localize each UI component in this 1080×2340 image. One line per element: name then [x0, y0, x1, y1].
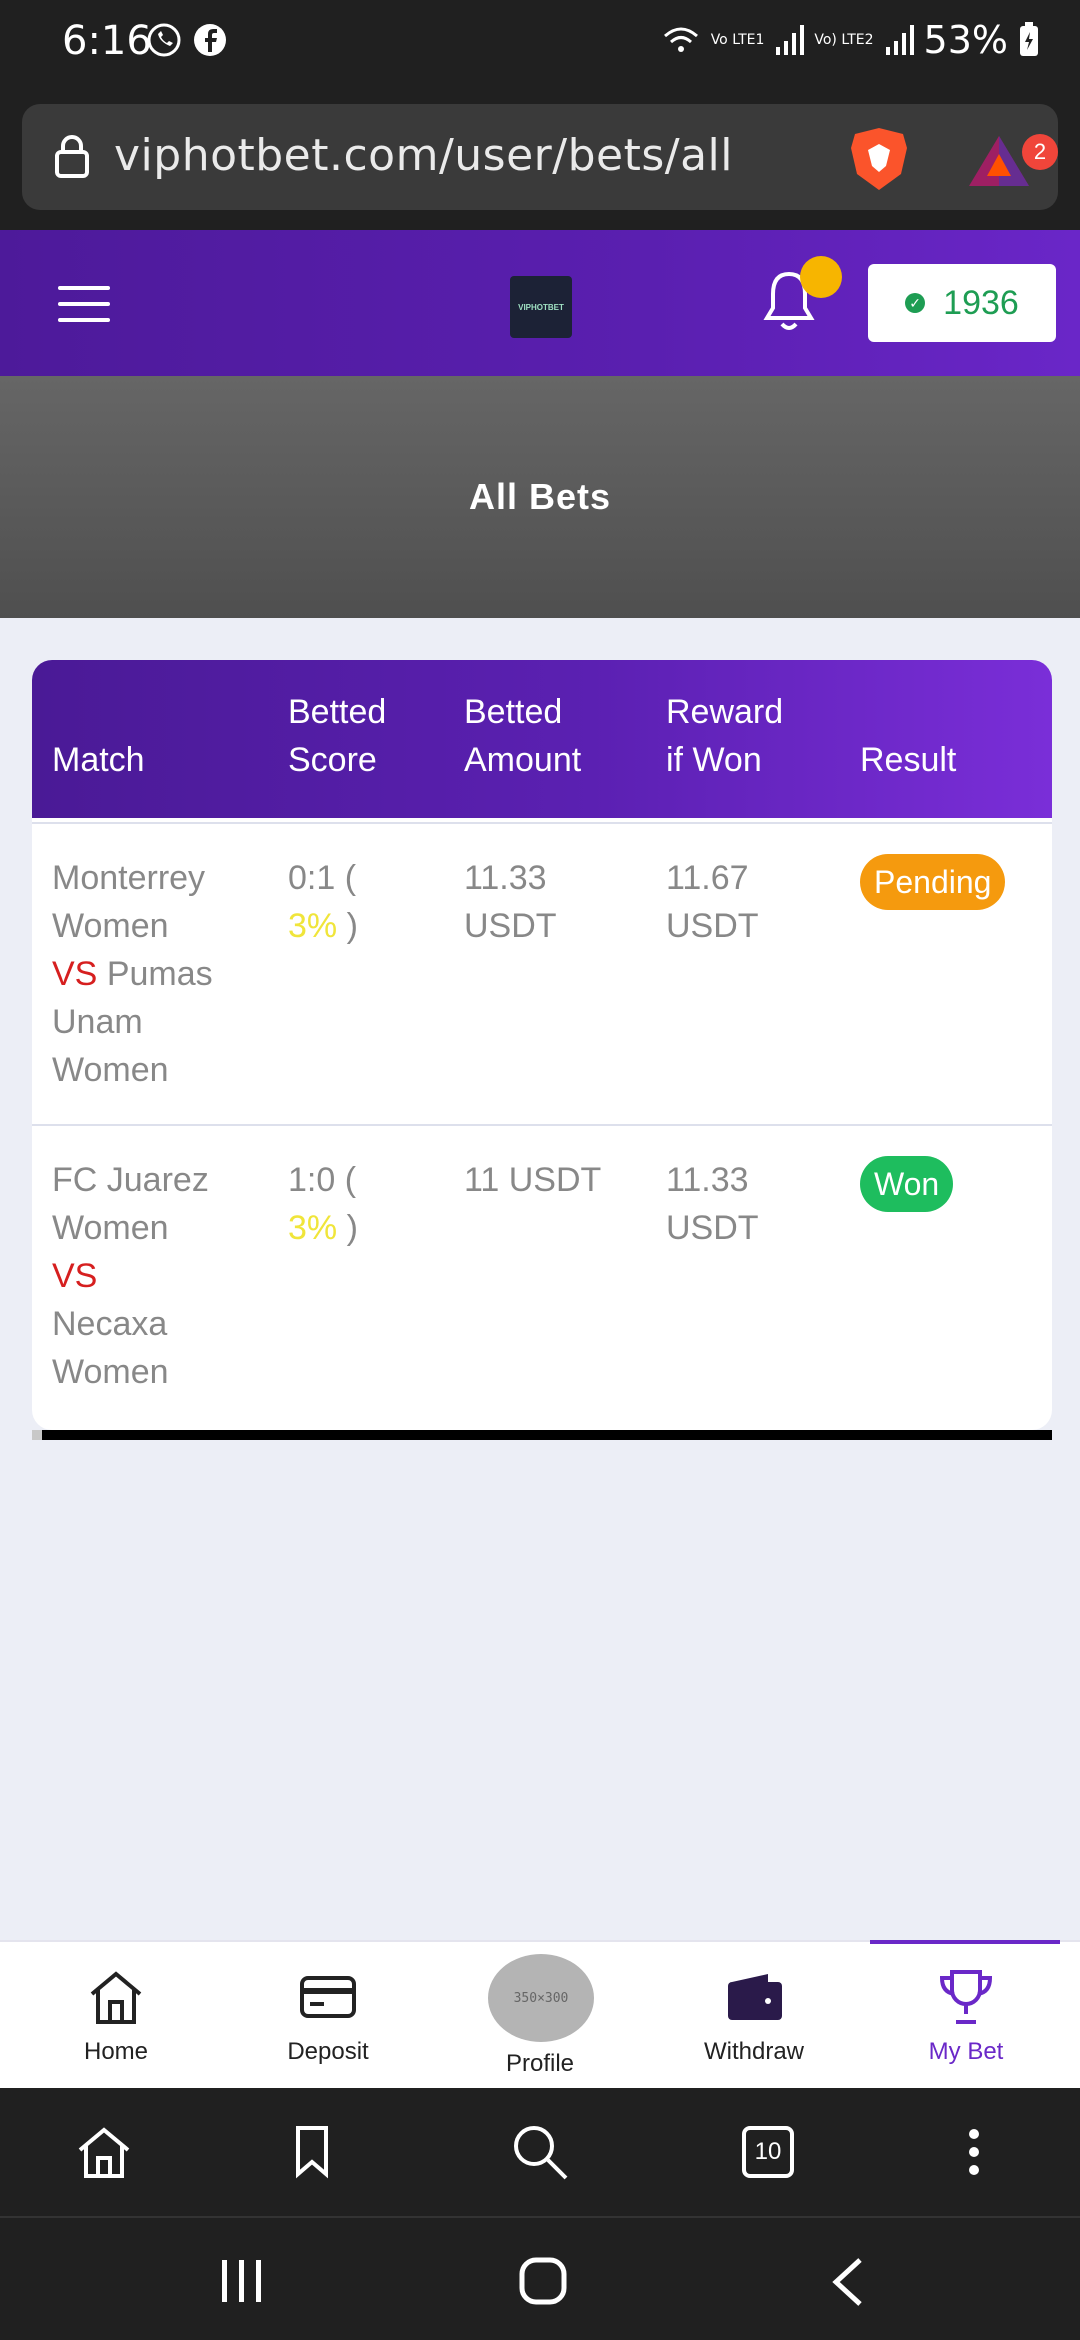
nav-home-label: Home [83, 2038, 149, 2065]
vs-label: VS [52, 955, 98, 993]
home-button-icon[interactable] [518, 2256, 568, 2306]
battery-percent: 53% [923, 18, 1008, 62]
table-row: FC Juarez Women VS Necaxa Women 1:0 ( 3%… [32, 1124, 1052, 1430]
signal-icon [776, 25, 805, 55]
tab-count: 10 [754, 2138, 782, 2165]
logo-text: VIPHOTBET [518, 302, 564, 312]
address-bar[interactable]: viphotbet.com/user/bets/all 2 [22, 104, 1058, 210]
check-icon: ✓ [905, 293, 926, 313]
app-header: VIPHOTBET ✓ 1936 [0, 230, 1080, 376]
recent-apps-icon[interactable] [218, 2258, 266, 2304]
match-cell: FC Juarez Women VS Necaxa Women [52, 1161, 209, 1391]
nav-profile-label: Profile [505, 2050, 575, 2077]
search-icon[interactable] [510, 2122, 570, 2182]
percent-label: 3% [288, 1209, 338, 1247]
nav-deposit-label: Deposit [287, 2038, 369, 2065]
url-text[interactable]: viphotbet.com/user/bets/all [114, 130, 733, 181]
header-betted-amount: Betted Amount [464, 693, 582, 779]
wifi-icon [663, 27, 698, 52]
browser-address-area: viphotbet.com/user/bets/all 2 [0, 86, 1080, 230]
balance-button[interactable]: ✓ 1936 [868, 264, 1056, 342]
status-badge: Pending [860, 854, 1006, 910]
battery-icon [1020, 22, 1038, 56]
bottom-nav: Home Deposit Profile 350×300 Withdraw My… [0, 1940, 1080, 2088]
nav-withdraw[interactable]: Withdraw [664, 1942, 844, 2090]
header-reward: Reward if Won [666, 693, 784, 779]
amount-cell: 11 USDT [464, 1161, 602, 1199]
facebook-icon [194, 24, 226, 56]
page-title: All Bets [468, 476, 612, 517]
brave-shield-icon[interactable] [848, 126, 910, 192]
browser-toolbar: 10 [0, 2088, 1080, 2216]
nav-my-bet-label: My Bet [928, 2038, 1004, 2065]
lock-icon [55, 135, 89, 178]
menu-icon[interactable] [58, 286, 114, 322]
score-cell: 0:1 ( 3% ) [288, 859, 358, 945]
header-match: Match [52, 741, 145, 779]
nav-deposit[interactable]: Deposit [238, 1942, 418, 2090]
balance-value: 1936 [943, 283, 1019, 322]
avatar[interactable]: 350×300 [488, 1954, 594, 2042]
vs-label: VS [52, 1257, 98, 1295]
back-icon[interactable] [830, 2256, 866, 2308]
trophy-icon [939, 1970, 993, 2024]
header-betted-score: Betted Score [288, 693, 387, 779]
result-cell: Pending [860, 854, 1006, 910]
status-indicators: Vo LTE1 Vo) LTE2 53% [661, 18, 1040, 62]
rewards-triangle-icon[interactable] [966, 132, 1032, 188]
reward-cell: 11.33 USDT [666, 1161, 759, 1247]
match-cell: Monterrey Women VS Pumas Unam Women [52, 859, 213, 1089]
rewards-badge: 2 [1022, 134, 1058, 170]
signal-icon [885, 25, 914, 55]
status-bar: 6:16 Vo LTE1 Vo) LTE2 53% [0, 0, 1080, 86]
result-cell: Won [860, 1156, 954, 1212]
card-icon [300, 1976, 356, 2018]
nav-my-bet[interactable]: My Bet [876, 1942, 1056, 2090]
bets-table: Match Betted Score Betted Amount Reward if … [32, 660, 1052, 1430]
amount-cell: 11.33 USDT [464, 859, 557, 945]
nav-home[interactable]: Home [26, 1942, 206, 2090]
reward-cell: 11.67 USDT [666, 859, 759, 945]
wallet-icon [728, 1974, 782, 2020]
status-time: 6:16 [62, 18, 152, 64]
horizontal-scrollbar[interactable] [32, 1430, 1052, 1440]
bookmark-icon[interactable] [292, 2124, 332, 2180]
network-label-1: Vo LTE1 [710, 32, 765, 48]
page-banner: All Bets [0, 376, 1080, 618]
score-cell: 1:0 ( 3% ) [288, 1161, 358, 1247]
nav-withdraw-label: Withdraw [703, 2038, 805, 2065]
network-label-2: Vo) LTE2 [814, 32, 874, 48]
site-logo[interactable]: VIPHOTBET [510, 276, 572, 338]
tabs-button[interactable]: 10 [742, 2126, 794, 2178]
home-icon [90, 1971, 142, 2024]
table-header: Match Betted Score Betted Amount Reward if … [32, 660, 1052, 818]
status-badge: Won [860, 1156, 954, 1212]
header-result: Result [860, 741, 957, 779]
home-icon[interactable] [76, 2124, 132, 2180]
table-row: Monterrey Women VS Pumas Unam Women 0:1 … [32, 822, 1052, 1122]
notification-dot [800, 256, 842, 298]
whatsapp-icon [147, 23, 181, 57]
system-nav-bar [0, 2216, 1080, 2340]
more-vert-icon[interactable] [964, 2126, 984, 2178]
percent-label: 3% [288, 907, 338, 945]
